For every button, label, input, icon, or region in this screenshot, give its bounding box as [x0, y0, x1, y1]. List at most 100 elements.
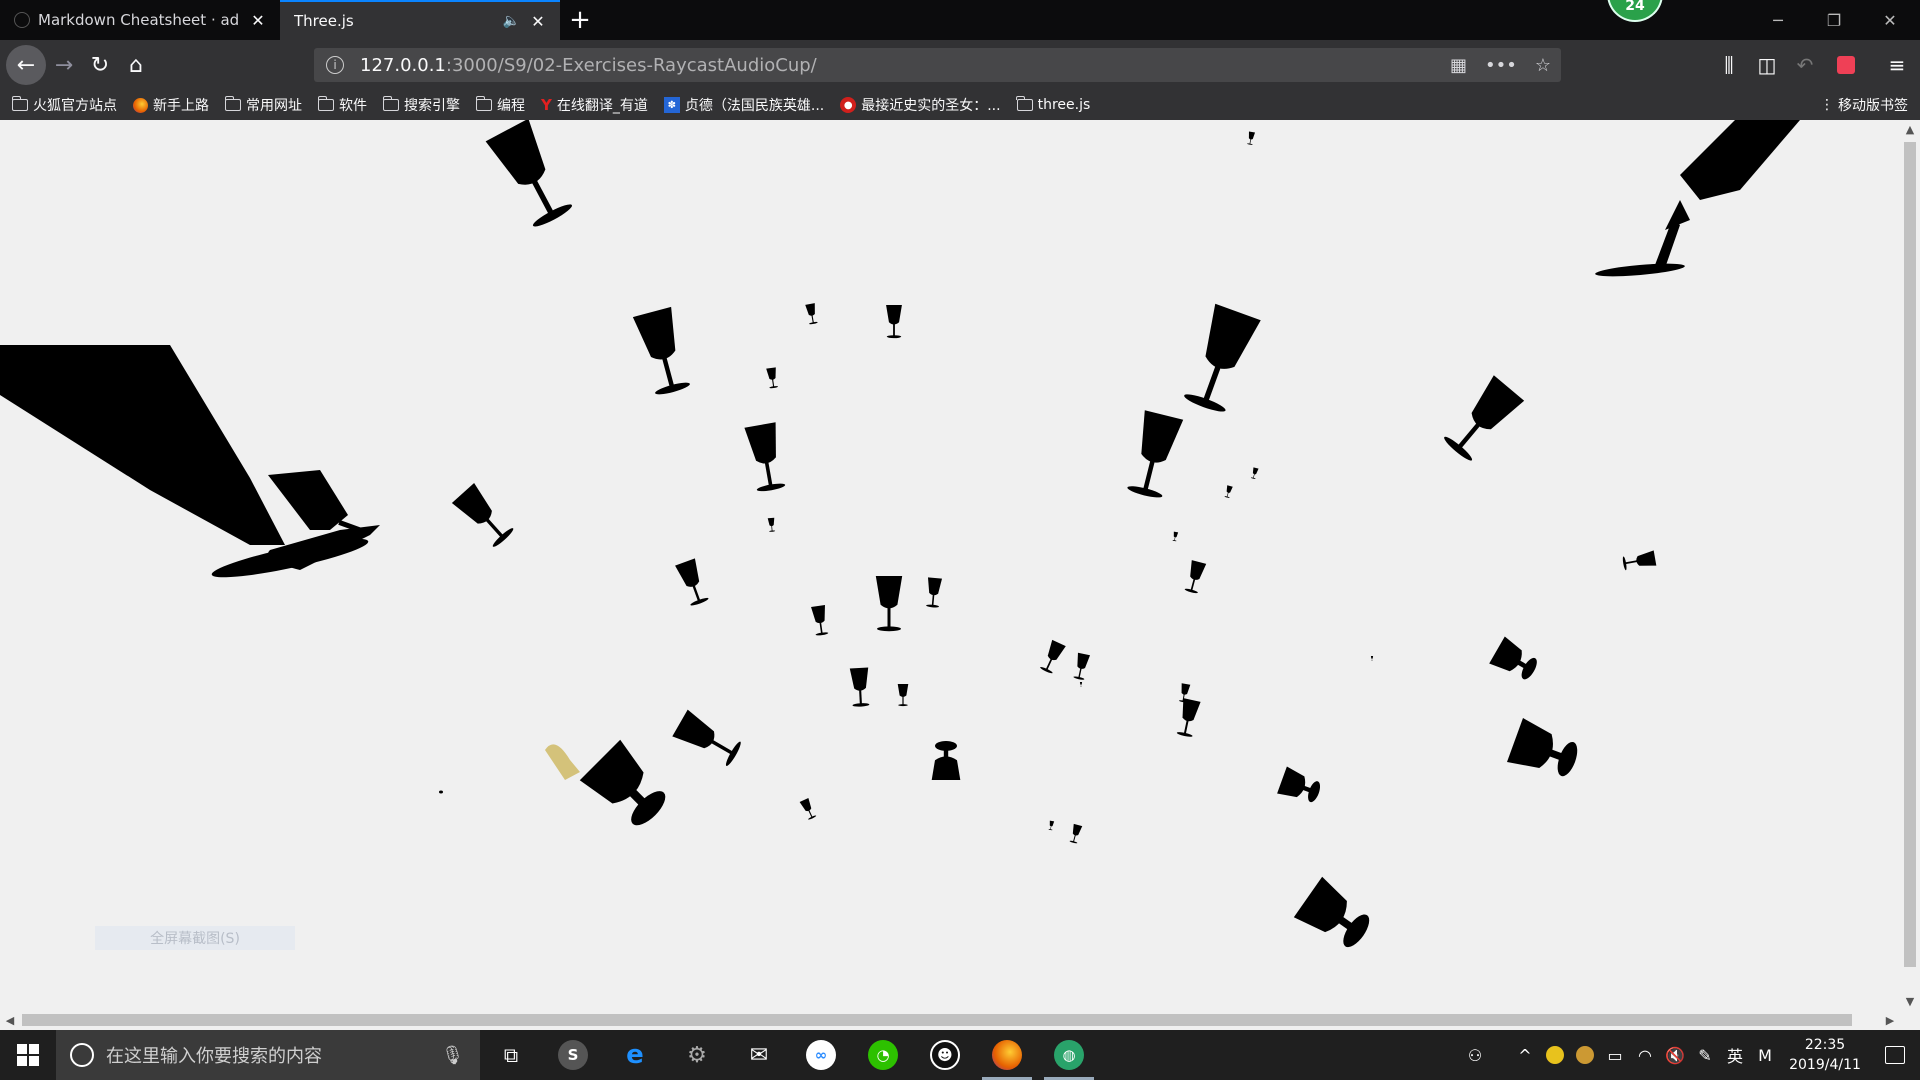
library-icon[interactable]: ⫼: [1710, 40, 1748, 90]
restore-icon[interactable]: ❐: [1806, 0, 1862, 40]
cup-mesh[interactable]: [886, 305, 902, 339]
tray-app-icon[interactable]: [1570, 1030, 1600, 1080]
new-tab-button[interactable]: +: [560, 0, 600, 40]
reload-button[interactable]: ↻: [82, 47, 118, 83]
home-button[interactable]: ⌂: [118, 47, 154, 83]
cup-mesh[interactable]: [744, 422, 788, 493]
minimize-icon[interactable]: ─: [1750, 0, 1806, 40]
vertical-scroll-thumb[interactable]: [1904, 142, 1916, 967]
bookmark-item[interactable]: 新手上路: [133, 95, 209, 115]
address-bar[interactable]: i 127.0.0.1:3000/S9/02-Exercises-Raycast…: [314, 48, 1561, 82]
cup-mesh[interactable]: [1621, 550, 1657, 572]
close-tab-icon[interactable]: ✕: [248, 10, 268, 30]
sidebar-icon[interactable]: ◫: [1748, 40, 1786, 90]
battery-icon[interactable]: ▭: [1600, 1030, 1630, 1080]
ime-mode[interactable]: M: [1750, 1030, 1780, 1080]
tab-threejs[interactable]: Three.js 🔈 ✕: [280, 0, 560, 40]
taskbar-app[interactable]: ∞: [790, 1030, 852, 1080]
cup-mesh[interactable]: [0, 345, 380, 584]
back-button[interactable]: ←: [6, 45, 46, 85]
cup-mesh[interactable]: [1440, 375, 1525, 465]
taskbar-app[interactable]: ⚙: [666, 1030, 728, 1080]
undo-icon[interactable]: ↶: [1786, 40, 1824, 90]
people-icon[interactable]: ⚇: [1460, 1030, 1490, 1080]
cup-mesh[interactable]: [1068, 823, 1083, 844]
cup-mesh[interactable]: [799, 797, 817, 821]
qr-code-icon[interactable]: ▦: [1450, 55, 1467, 76]
webgl-canvas[interactable]: 全屏幕截图(S): [0, 120, 1900, 1010]
bookmark-item[interactable]: 搜索引擎: [382, 95, 460, 115]
taskbar-app[interactable]: e: [604, 1030, 666, 1080]
action-center-icon[interactable]: [1870, 1030, 1920, 1080]
cup-mesh[interactable]: [1489, 636, 1542, 685]
cup-mesh[interactable]: [931, 740, 961, 780]
taskbar-app[interactable]: ✉: [728, 1030, 790, 1080]
page-actions-icon[interactable]: •••: [1485, 55, 1517, 76]
cup-mesh[interactable]: [1246, 131, 1256, 146]
bookmark-item[interactable]: 软件: [317, 95, 367, 115]
cup-mesh[interactable]: [1595, 120, 1800, 279]
cup-mesh[interactable]: [849, 667, 871, 708]
cup-mesh[interactable]: [485, 120, 576, 231]
vertical-scrollbar[interactable]: ▲ ▼: [1900, 120, 1920, 1010]
bookmark-item[interactable]: ✽ 贞德（法国民族英雄...: [663, 95, 824, 115]
network-icon[interactable]: ◠: [1630, 1030, 1660, 1080]
horizontal-scrollbar[interactable]: ◀ ▶: [0, 1010, 1900, 1030]
cup-mesh[interactable]: [1224, 485, 1233, 499]
close-window-icon[interactable]: ✕: [1862, 0, 1918, 40]
taskbar-search-box[interactable]: 在这里输入你要搜索的内容 🎙: [56, 1030, 480, 1080]
tab-markdown-cheatsheet[interactable]: Markdown Cheatsheet · adam-p/markdown-he…: [0, 0, 280, 40]
show-hidden-icons-icon[interactable]: ^: [1510, 1030, 1540, 1080]
menu-icon[interactable]: ≡: [1878, 40, 1916, 90]
cup-mesh[interactable]: [1370, 656, 1374, 661]
mobile-bookmarks[interactable]: ⋮ 移动版书签: [1820, 90, 1908, 120]
clock[interactable]: 22:35 2019/4/11: [1780, 1035, 1870, 1075]
bookmark-item[interactable]: 编程: [475, 95, 525, 115]
cup-mesh[interactable]: [1506, 718, 1584, 784]
volume-muted-icon[interactable]: 🔇: [1660, 1030, 1690, 1080]
cup-mesh[interactable]: [766, 367, 779, 389]
cup-mesh[interactable]: [1172, 531, 1179, 542]
tray-app-icon[interactable]: [1540, 1030, 1570, 1080]
start-button[interactable]: [0, 1030, 56, 1080]
cup-mesh[interactable]: [1183, 560, 1207, 595]
cup-mesh[interactable]: [1048, 820, 1055, 831]
cup-mesh[interactable]: [632, 306, 693, 398]
scroll-left-icon[interactable]: ◀: [0, 1010, 20, 1030]
cortana-icon[interactable]: [70, 1043, 94, 1067]
bookmark-star-icon[interactable]: ☆: [1535, 55, 1551, 76]
pocket-icon[interactable]: [1827, 40, 1865, 90]
ime-language[interactable]: 英: [1720, 1030, 1750, 1080]
cup-mesh[interactable]: [1072, 652, 1091, 681]
taskbar-app[interactable]: ◔: [852, 1030, 914, 1080]
cup-mesh[interactable]: [1293, 876, 1378, 956]
speed-badge[interactable]: 24: [1607, 0, 1663, 22]
cup-mesh[interactable]: [925, 577, 943, 608]
bookmark-item[interactable]: 常用网址: [224, 95, 302, 115]
close-tab-icon[interactable]: ✕: [528, 11, 548, 31]
cup-mesh[interactable]: [875, 576, 903, 632]
cup-mesh[interactable]: [1180, 303, 1261, 416]
cup-mesh[interactable]: [439, 790, 443, 794]
microphone-icon[interactable]: 🎙: [441, 1045, 464, 1066]
cup-mesh[interactable]: [1039, 639, 1066, 675]
cup-mesh[interactable]: [811, 605, 830, 637]
cup-mesh[interactable]: [897, 684, 909, 707]
taskbar-app[interactable]: ◍: [1038, 1030, 1100, 1080]
bookmark-item[interactable]: three.js: [1016, 96, 1090, 113]
cup-mesh[interactable]: [1250, 467, 1259, 480]
cup-mesh[interactable]: [1175, 698, 1201, 738]
cup-mesh[interactable]: [1079, 682, 1083, 687]
speaker-icon[interactable]: 🔈: [503, 13, 520, 29]
cup-mesh[interactable]: [672, 709, 744, 769]
cup-mesh[interactable]: [1124, 410, 1184, 501]
bookmark-item[interactable]: 火狐官方站点: [11, 95, 117, 115]
site-info-icon[interactable]: i: [326, 56, 344, 74]
scroll-down-icon[interactable]: ▼: [1900, 992, 1920, 1010]
cup-mesh[interactable]: [579, 739, 676, 836]
bookmark-item[interactable]: Y 在线翻译_有道: [541, 95, 648, 115]
cup-mesh[interactable]: [675, 558, 711, 608]
bookmark-item[interactable]: ● 最接近史实的圣女：...: [840, 95, 1001, 115]
taskbar-app[interactable]: [976, 1030, 1038, 1080]
task-view-button[interactable]: ⧉: [480, 1030, 542, 1080]
